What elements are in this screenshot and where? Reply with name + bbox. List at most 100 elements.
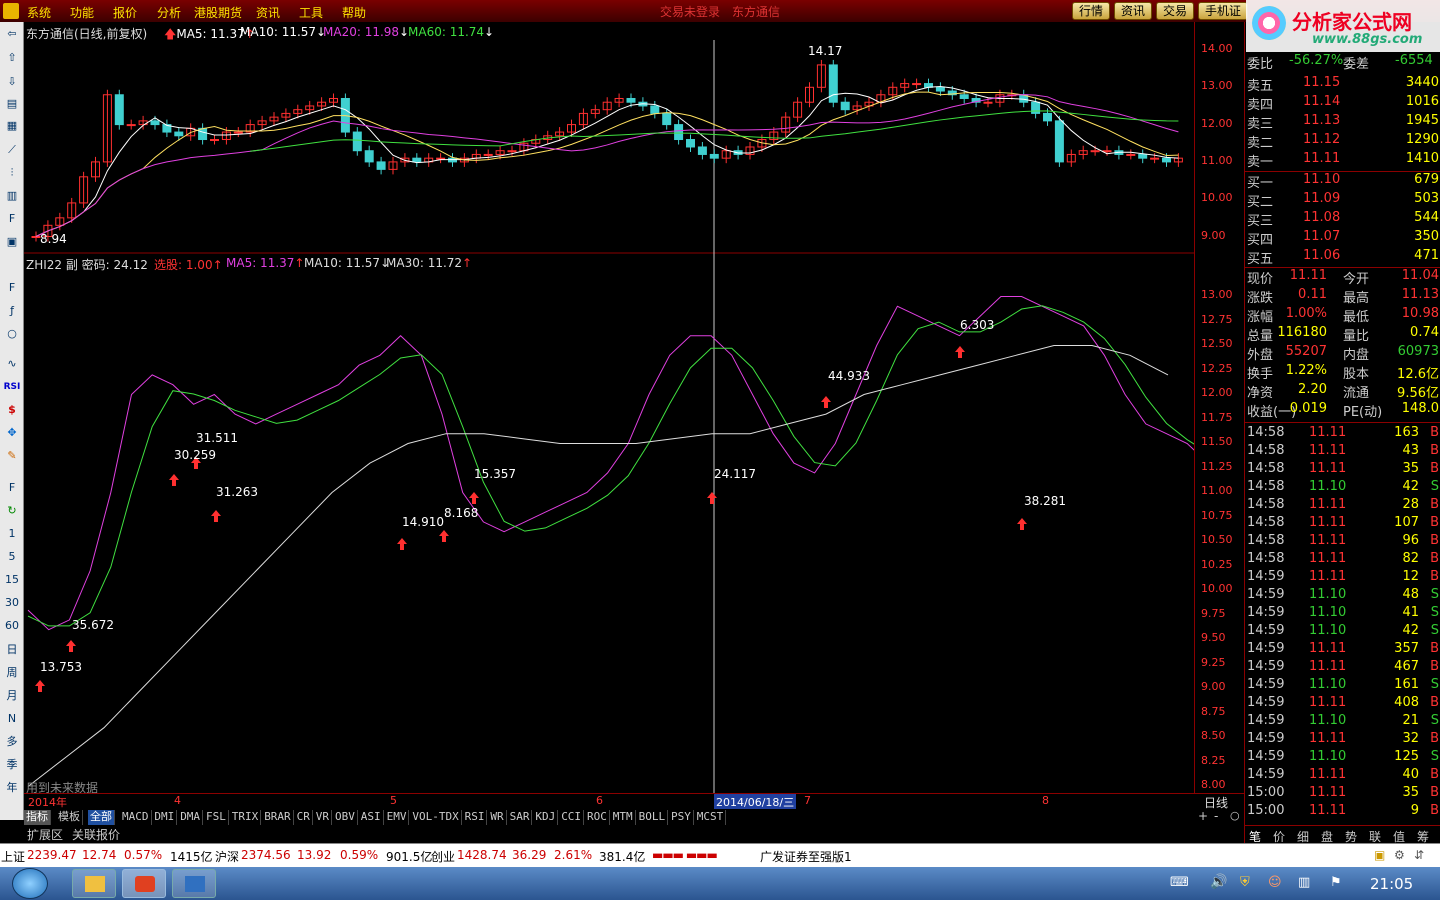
price-tick: 10.00 — [1201, 191, 1233, 205]
tab-roc[interactable]: ROC — [585, 810, 610, 825]
f5-icon[interactable]: F — [3, 480, 21, 496]
trade-button[interactable]: 交易 — [1156, 2, 1195, 20]
period-day[interactable]: 日 — [3, 642, 21, 658]
start-button[interactable] — [12, 868, 48, 899]
shield-icon[interactable]: ⛨ — [1240, 875, 1250, 890]
menu-help[interactable]: 帮助 — [342, 4, 366, 21]
period-month[interactable]: 月 — [3, 688, 21, 704]
tab-全部[interactable]: 全部 — [88, 810, 115, 825]
flag-icon[interactable]: ⚑ — [1330, 875, 1342, 890]
watermark-title: 分析家公式网 — [1292, 10, 1412, 34]
tab-emv[interactable]: EMV — [385, 810, 410, 825]
menu-function[interactable]: 功能 — [70, 4, 94, 21]
zoom-in-icon[interactable]: + — [1198, 809, 1208, 823]
tab-cr[interactable]: CR — [295, 810, 313, 825]
rsi-icon[interactable]: RSI — [3, 379, 21, 395]
zoom-out-icon[interactable]: - — [1214, 809, 1218, 823]
tab-vr[interactable]: VR — [314, 810, 333, 825]
tab-fsl[interactable]: FSL — [204, 810, 229, 825]
windows-taskbar: ⌨ 🔊 ⛨ ☺ ▥ ⚑ 21:05 — [0, 867, 1440, 900]
expand-icon[interactable]: ○ — [1230, 809, 1240, 822]
keyboard-icon[interactable]: ⌨ — [1170, 875, 1189, 890]
tab-dmi[interactable]: DMI — [152, 810, 178, 825]
tab-wr[interactable]: WR — [488, 810, 507, 825]
candle-body — [174, 131, 184, 137]
tab-brar[interactable]: BRAR — [262, 810, 294, 825]
tab-macd[interactable]: MACD — [120, 810, 152, 825]
tab-模板[interactable]: 模板 — [56, 810, 83, 825]
tab-asi[interactable]: ASI — [359, 810, 384, 825]
tab-mtm[interactable]: MTM — [611, 810, 636, 825]
news-button[interactable]: 资讯 — [1114, 2, 1153, 20]
network-icon[interactable]: ▥ — [1298, 875, 1310, 890]
candle-body — [1162, 157, 1171, 163]
period-multi[interactable]: 多 — [3, 734, 21, 750]
period-5[interactable]: 5 — [3, 549, 21, 565]
mobile-button[interactable]: 手机证 — [1198, 2, 1249, 20]
tab-mcst[interactable]: MCST — [695, 810, 727, 825]
f10-icon[interactable]: F — [3, 211, 21, 227]
refresh-icon[interactable]: ↻ — [3, 503, 21, 519]
f12-icon[interactable]: F — [3, 280, 21, 296]
quote-button[interactable]: 行情 — [1072, 2, 1111, 20]
market-status-bar: 上证 2239.47 12.74 0.57% 1415亿 沪深 2374.56 … — [0, 843, 1440, 867]
kline-icon[interactable]: ⫶ — [3, 165, 21, 181]
table-icon[interactable]: ▥ — [3, 188, 21, 204]
sub-label-3: 30.259 — [174, 448, 216, 462]
period-15[interactable]: 15 — [3, 572, 21, 588]
back-icon[interactable]: ⇦ — [3, 26, 21, 42]
menu-system[interactable]: 系统 — [27, 4, 51, 21]
trend-icon[interactable]: ⟋ — [3, 142, 21, 158]
chart-area[interactable]: 东方通信(日线,前复权) 🡅 MA5: 11.37↑ MA10: 11.57↓ M… — [24, 22, 1194, 795]
up-icon[interactable]: ⇧ — [3, 50, 21, 66]
formula-icon[interactable]: ƒ — [3, 303, 21, 319]
period-1[interactable]: 1 — [3, 526, 21, 542]
tab-obv[interactable]: OBV — [333, 810, 358, 825]
stock-app-taskbar-icon[interactable] — [122, 869, 166, 898]
gear-icon[interactable]: ⚙ — [1394, 848, 1405, 862]
tab-kdj[interactable]: KDJ — [533, 810, 559, 825]
menu-hk-futures[interactable]: 港股期货 — [194, 4, 242, 21]
pencil-icon[interactable]: ✎ — [3, 448, 21, 464]
period-year[interactable]: 年 — [3, 780, 21, 796]
calc-taskbar-icon[interactable] — [172, 869, 216, 898]
menu-news[interactable]: 资讯 — [256, 4, 280, 21]
sub-tick: 11.50 — [1201, 435, 1233, 448]
list-icon[interactable]: ▦ — [3, 118, 21, 134]
expand-arrows-icon[interactable]: ⇵ — [1414, 848, 1424, 862]
clock[interactable]: 21:05 — [1370, 875, 1413, 893]
tab-related-quote[interactable]: 关联报价 — [72, 826, 120, 843]
explorer-taskbar-icon[interactable] — [72, 869, 116, 898]
tab-dma[interactable]: DMA — [178, 810, 204, 825]
move-icon[interactable]: ✥ — [3, 425, 21, 441]
tab-指标[interactable]: 指标 — [24, 810, 51, 825]
tab-rsi[interactable]: RSI — [463, 810, 488, 825]
tab-cci[interactable]: CCI — [559, 810, 585, 825]
menu-quote[interactable]: 报价 — [113, 4, 137, 21]
menu-tools[interactable]: 工具 — [299, 4, 323, 21]
tab-extension-area[interactable]: 扩展区 — [27, 826, 63, 843]
sub-tick: 9.50 — [1201, 631, 1226, 644]
dollar-icon[interactable]: $ — [3, 402, 21, 418]
menu-analysis[interactable]: 分析 — [157, 4, 181, 21]
tab-trix[interactable]: TRIX — [230, 810, 262, 825]
volume-icon[interactable]: 🔊 — [1210, 874, 1227, 890]
period-week[interactable]: 周 — [3, 665, 21, 681]
period-n[interactable]: N — [3, 711, 21, 727]
lock-icon[interactable]: ▣ — [1374, 848, 1385, 862]
period-30[interactable]: 30 — [3, 595, 21, 611]
tab-boll[interactable]: BOLL — [637, 810, 669, 825]
tab-sar[interactable]: SAR — [508, 810, 533, 825]
buy-signal-arrow — [66, 640, 76, 652]
down-icon[interactable]: ⇩ — [3, 74, 21, 90]
user-icon[interactable]: ☺ — [1268, 875, 1282, 890]
period-quarter[interactable]: 季 — [3, 757, 21, 773]
kline-chart[interactable] — [24, 22, 1194, 794]
quote-icon[interactable]: ▤ — [3, 96, 21, 112]
tab-psy[interactable]: PSY — [669, 810, 694, 825]
tab-vol-tdx[interactable]: VOL-TDX — [410, 810, 462, 825]
wave-icon[interactable]: ∿ — [3, 356, 21, 372]
info-icon[interactable]: ▣ — [3, 234, 21, 250]
circle-icon[interactable]: ○ — [3, 326, 21, 342]
period-60[interactable]: 60 — [3, 618, 21, 634]
